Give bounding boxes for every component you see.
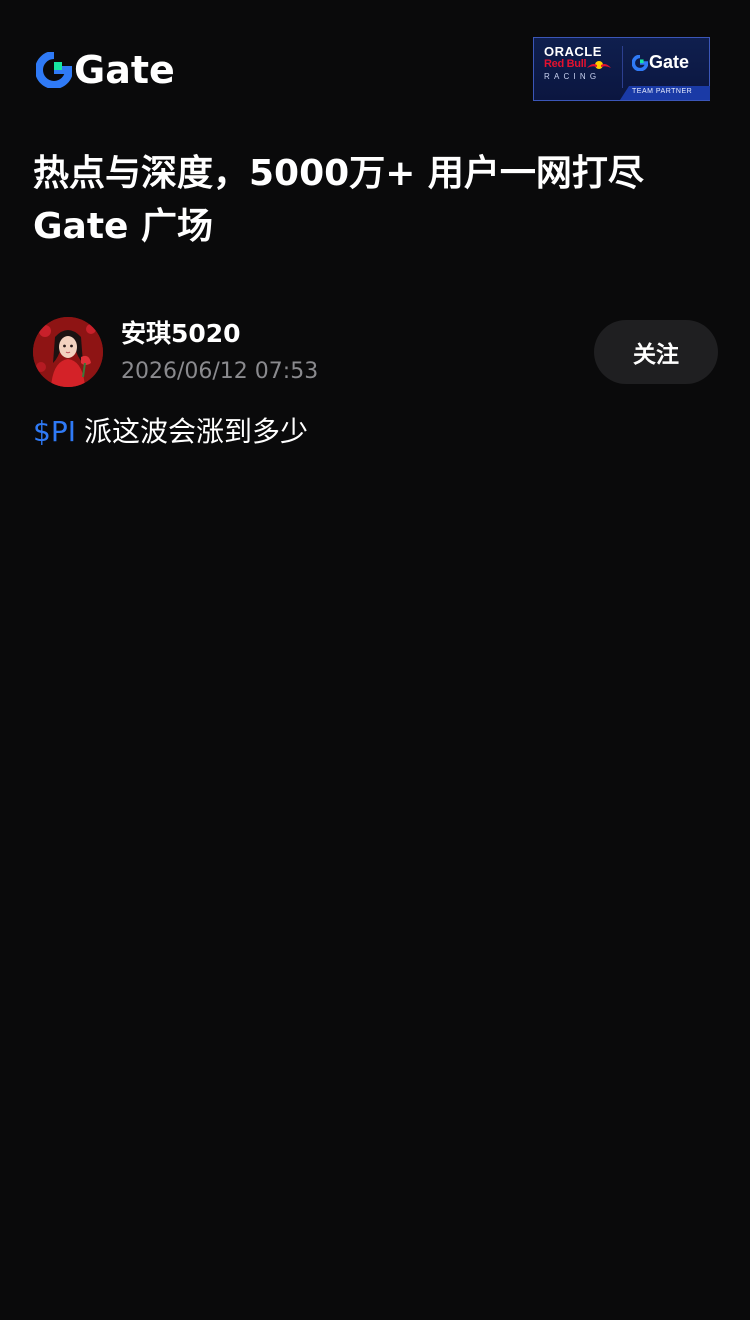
headline-line-2: Gate 广场: [33, 206, 214, 247]
badge-gate-text: Gate: [649, 52, 690, 72]
ticker-link[interactable]: $PI: [33, 415, 76, 448]
avatar[interactable]: [33, 317, 103, 387]
page-headline: 热点与深度，5000万+ 用户一网打尽 Gate 广场: [33, 147, 723, 253]
gate-logo-icon: [36, 52, 72, 88]
oracle-text: ORACLE: [544, 44, 602, 59]
post-content: $PI 派这波会涨到多少: [33, 412, 308, 452]
racing-text: RACING: [544, 72, 601, 81]
red-bull-text: Red Bull: [544, 58, 587, 70]
badge-gate-logo: Gate: [632, 52, 689, 73]
badge-divider: [622, 46, 623, 88]
header: Gate ORACLE Red Bull RACING Gate TEAM PA…: [0, 0, 750, 120]
follow-button[interactable]: 关注: [594, 320, 718, 384]
team-partner-badge: ORACLE Red Bull RACING Gate TEAM PARTNER: [533, 37, 710, 101]
author-name[interactable]: 安琪5020: [121, 318, 241, 350]
gate-small-icon: [632, 54, 648, 71]
team-partner-text: TEAM PARTNER: [632, 88, 693, 95]
headline-line-1: 热点与深度，5000万+ 用户一网打尽: [33, 153, 644, 194]
red-bull-logo-icon: [587, 61, 611, 69]
post-text: 派这波会涨到多少: [83, 415, 308, 448]
avatar-illustration-icon: [33, 317, 103, 387]
logo-text: Gate: [74, 48, 175, 92]
gate-logo[interactable]: Gate: [36, 50, 175, 90]
post-timestamp: 2026/06/12 07:53: [121, 359, 319, 384]
